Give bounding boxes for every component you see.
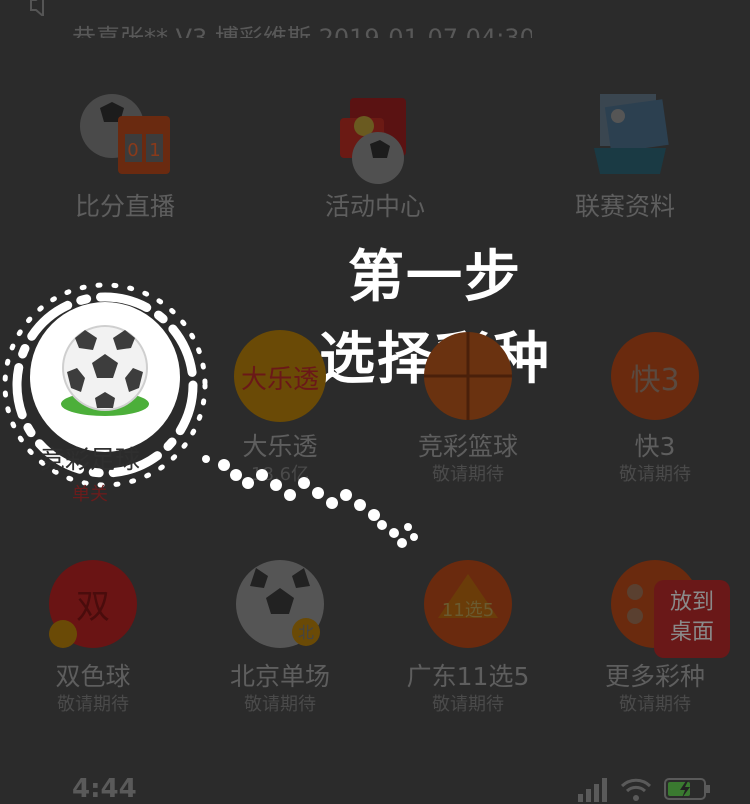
football-icon [61,325,149,416]
quick-link-label: 联赛资料 [574,192,675,221]
lottery-double-color[interactable]: 双 双色球 敬请期待 [18,558,168,716]
lottery-sub-spotlighted: 单关 [72,484,108,505]
svg-text:快3: 快3 [630,363,679,398]
lottery-label: 更多彩种 [604,662,705,691]
quick-link-live-score[interactable]: 0 1 比分直播 [45,88,205,222]
notice-bar[interactable]: 恭喜张** V3 博彩维斯 2019-01-07 04:30 [0,0,750,40]
lottery-guangdong-11x5[interactable]: 11选5 广东11选5 敬请期待 [393,558,543,716]
lottery-label: 双色球 [55,662,131,691]
daletou-icon: 大乐透 [234,330,326,422]
lottery-sub: 敬请期待 [619,464,691,485]
scoreboard-icon: 0 1 [80,94,170,174]
signal-icon [578,778,607,802]
svg-text:11选5: 11选5 [442,600,494,621]
quick-link-league-data[interactable]: 联赛资料 [545,88,705,222]
beijing-football-icon: 北 [236,560,324,648]
dice-icon: 快3 [611,332,699,420]
quick-link-activity-center[interactable]: 活动中心 [295,88,455,222]
wifi-icon [620,778,652,801]
status-bar: 4:44 [0,770,750,804]
svg-text:1: 1 [149,140,160,161]
league-book-icon [594,94,669,174]
speaker-icon [30,0,44,16]
battery-charging-icon [664,778,710,800]
svg-text:北: 北 [298,623,314,642]
svg-text:双: 双 [76,587,110,627]
status-time: 4:44 [72,774,137,804]
add-to-desktop-button[interactable]: 放到 桌面 [654,580,730,658]
lottery-label: 广东11选5 [406,662,530,691]
quick-link-label: 活动中心 [324,192,425,221]
lottery-beijing-single[interactable]: 北 北京单场 敬请期待 [205,558,355,716]
double-color-icon: 双 [49,560,137,648]
guide-pointer-dots [202,455,418,548]
notice-text: 恭喜张** V3 博彩维斯 2019-01-07 04:30 [72,24,532,38]
basketball-icon [424,332,512,420]
lottery-jingcai-football[interactable] [30,318,180,427]
add-to-desktop-line2: 桌面 [669,620,714,645]
quick-link-label: 比分直播 [74,192,175,221]
lottery-sub: 敬请期待 [244,694,316,715]
guangdong-11x5-icon: 11选5 [424,560,512,648]
lottery-kuai3[interactable]: 快3 快3 敬请期待 [580,328,730,486]
lottery-sub: 敬请期待 [619,694,691,715]
gift-icon [340,98,406,184]
lottery-sub: 敬请期待 [57,694,129,715]
add-to-desktop-line1: 放到 [669,590,714,615]
guide-step-title: 第一步 [348,245,522,310]
lottery-sub: 敬请期待 [432,694,504,715]
svg-text:0: 0 [127,140,138,161]
lottery-label: 北京单场 [229,662,330,691]
lottery-label-spotlighted: 竞彩足球 [40,445,141,474]
lottery-label: 快3 [634,432,676,461]
lottery-home-page: 恭喜张** V3 博彩维斯 2019-01-07 04:30 0 1 比分直播 … [0,0,750,804]
svg-text:大乐透: 大乐透 [241,365,319,395]
